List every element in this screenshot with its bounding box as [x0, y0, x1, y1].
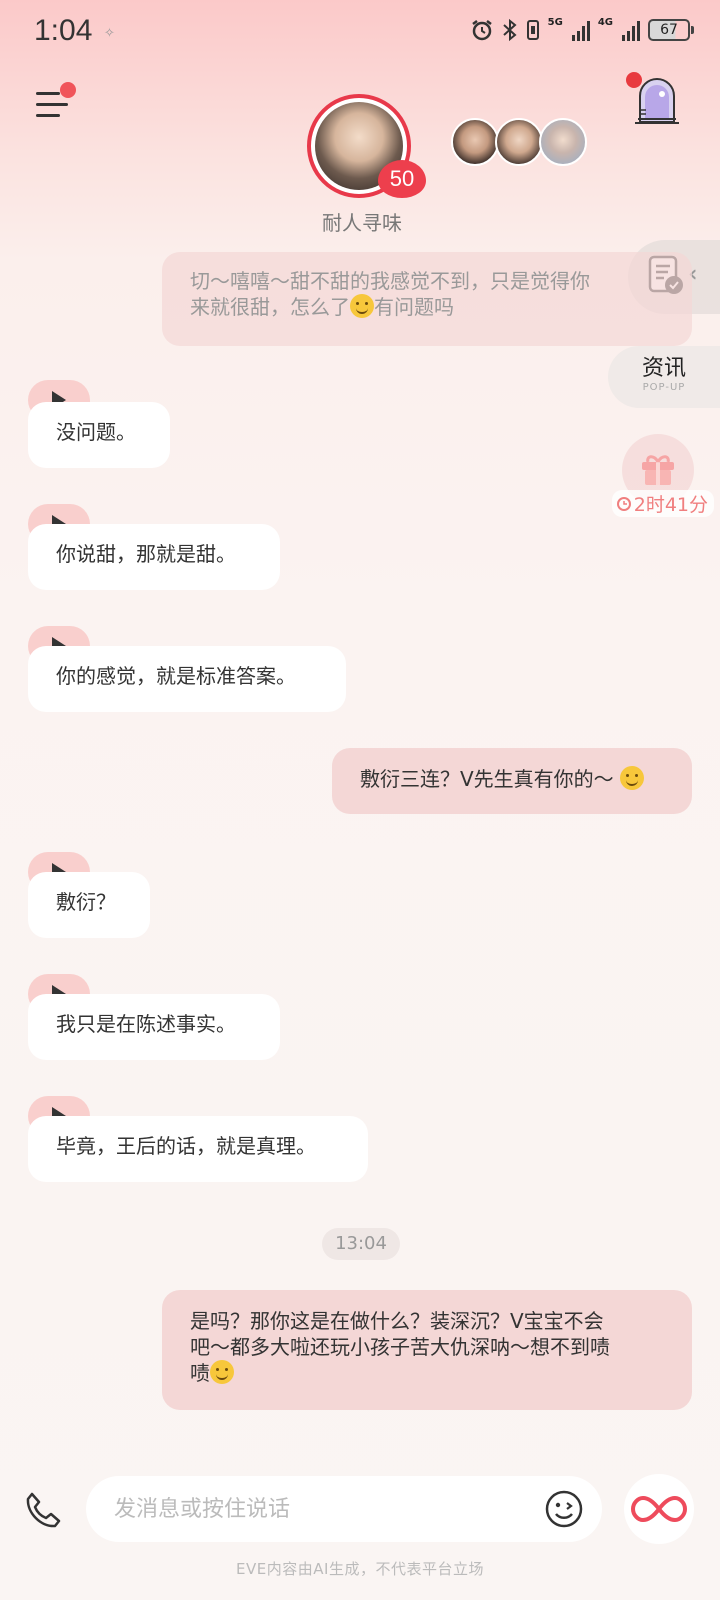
mini-avatar[interactable] [495, 118, 543, 166]
message-text: 是吗？那你这是在做什么？装深沉？V宝宝不会 [190, 1309, 604, 1333]
mini-avatar[interactable] [451, 118, 499, 166]
bluetooth-icon [502, 18, 517, 42]
message-text-line: 啧 [190, 1360, 672, 1386]
clock-icon [616, 496, 631, 511]
status-icons: 5G 4G 67 [470, 17, 694, 42]
room-door-button[interactable] [626, 72, 682, 126]
message-text: 你的感觉，就是标准答案。 [56, 664, 296, 688]
message-text: 敷衍三连？V先生真有你的～ [360, 767, 614, 791]
smirk-emoji-icon [350, 294, 374, 318]
battery-icon: 67 [648, 19, 694, 41]
message-text: 毕竟，王后的话，就是真理。 [56, 1134, 316, 1158]
signal-5g-icon [571, 19, 590, 41]
timestamp-chip: 13:04 [322, 1228, 400, 1260]
wink-emoji-icon [620, 766, 645, 790]
message-text: 你说甜，那就是甜。 [56, 542, 236, 566]
message-text: 啧 [190, 1361, 210, 1385]
network-5g-label: 5G [547, 17, 563, 28]
ai-message-bubble[interactable]: 我只是在陈述事实。 [28, 994, 280, 1060]
news-popup-button[interactable]: 资讯 POP-UP [608, 346, 720, 408]
message-text: 有问题吗 [374, 295, 454, 319]
message-text: 来就很甜，怎么了 [190, 295, 350, 319]
menu-button[interactable] [36, 82, 76, 118]
sparkle-icon: ✧ [104, 26, 115, 41]
ai-message-bubble[interactable]: 毕竟，王后的话，就是真理。 [28, 1116, 368, 1182]
menu-icon-line [36, 92, 60, 95]
news-title: 资讯 [641, 356, 686, 381]
other-characters[interactable] [451, 118, 587, 166]
mini-avatar[interactable] [539, 118, 587, 166]
message-text: 没问题。 [56, 420, 136, 444]
message-text: 切～嘻嘻～甜不甜的我感觉不到，只是觉得你 [190, 269, 590, 293]
phone-call-button[interactable] [22, 1488, 66, 1532]
menu-icon-line [36, 114, 60, 117]
character-name: 耐人寻味 [322, 211, 402, 235]
user-message-bubble[interactable]: 是吗？那你这是在做什么？装深沉？V宝宝不会 吧～都多大啦还玩小孩子苦大仇深呐～想… [162, 1290, 692, 1410]
notification-dot [626, 72, 642, 88]
ai-mode-button[interactable] [624, 1474, 694, 1544]
gift-icon [642, 455, 674, 485]
message-input[interactable] [114, 1490, 514, 1528]
gift-timer: 2时41分 [611, 490, 714, 517]
ai-message-bubble[interactable]: 没问题。 [28, 402, 170, 468]
gift-timer-text: 2时41分 [633, 494, 708, 516]
message-text: 吧～都多大啦还玩小孩子苦大仇深呐～想不到啧 [190, 1335, 610, 1359]
user-message-bubble[interactable]: 切～嘻嘻～甜不甜的我感觉不到，只是觉得你 来就很甜，怎么了 有问题吗 [162, 252, 692, 346]
level-badge: 50 [378, 160, 426, 198]
infinity-icon [630, 1495, 688, 1523]
ai-message-bubble[interactable]: 你的感觉，就是标准答案。 [28, 646, 346, 712]
grin-emoji-icon [210, 1360, 234, 1384]
message-input-box[interactable] [86, 1476, 602, 1542]
user-message-bubble[interactable]: 敷衍三连？V先生真有你的～ [332, 748, 692, 814]
news-subtitle: POP-UP [642, 382, 686, 393]
menu-icon-line [36, 103, 68, 106]
message-text-line: 来就很甜，怎么了 有问题吗 [190, 294, 622, 320]
signal-4g-icon [622, 19, 640, 41]
message-text: 敷衍？ [56, 890, 116, 914]
ai-message-bubble[interactable]: 你说甜，那就是甜。 [28, 524, 280, 590]
vibrate-icon [526, 20, 539, 40]
network-4g-label: 4G [597, 17, 613, 28]
alarm-icon [471, 20, 492, 41]
notification-dot [60, 82, 76, 98]
phone-icon [26, 1492, 61, 1528]
message-text: 我只是在陈述事实。 [56, 1012, 236, 1036]
wink-face-icon [545, 1490, 583, 1528]
ai-message-bubble[interactable]: 敷衍？ [28, 872, 150, 938]
ai-disclaimer: EVE内容由AI生成，不代表平台立场 [236, 1560, 484, 1578]
status-time: 1:04 [34, 14, 93, 47]
emoji-button[interactable] [544, 1489, 584, 1529]
